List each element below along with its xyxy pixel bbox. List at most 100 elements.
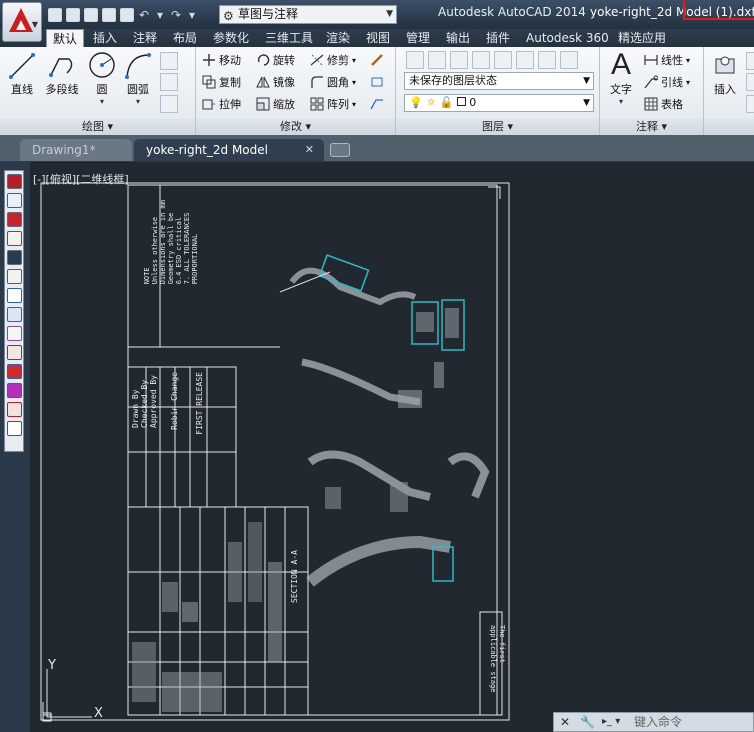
trim-button[interactable]: 修剪 ▾ <box>310 51 356 69</box>
array-button[interactable]: 阵列 ▾ <box>310 95 356 113</box>
undo-dropdown-icon[interactable]: ▾ <box>154 8 166 22</box>
polyline-button[interactable]: 多段线 <box>42 49 82 97</box>
search-tool-icon[interactable] <box>7 288 22 303</box>
circle-button[interactable]: 圆 ▾ <box>84 49 120 106</box>
tab-autodesk-360[interactable]: Autodesk 360 <box>520 29 615 48</box>
chevron-down-icon[interactable]: ▾ <box>352 78 356 87</box>
application-menu-button[interactable]: ▼ <box>2 2 42 42</box>
scale-button[interactable]: 缩放 <box>256 95 295 113</box>
arc-tool-icon[interactable] <box>7 421 22 436</box>
erase-button[interactable] <box>370 51 384 69</box>
tab-default[interactable]: 默认 <box>46 29 85 48</box>
file-tab-yoke[interactable]: yoke-right_2d Model (1).dxf* ✕ <box>134 139 324 179</box>
layer-previous-icon[interactable] <box>450 51 468 69</box>
tab-view[interactable]: 视图 <box>360 29 396 48</box>
layer-select[interactable]: 💡 ☼ 🔓 0 ▼ <box>404 94 594 112</box>
table-tool-icon[interactable] <box>7 364 22 379</box>
tab-insert[interactable]: 插入 <box>87 29 123 48</box>
mirror-button[interactable]: 镜像 <box>256 73 295 91</box>
layer-unisolate-icon[interactable] <box>494 51 512 69</box>
command-input[interactable]: 键入命令 <box>634 713 682 731</box>
fillet-button[interactable]: 圆角 ▾ <box>310 73 356 91</box>
command-prompt-icon[interactable]: ▸_ ▾ <box>602 713 620 731</box>
redo-icon[interactable]: ↷ <box>170 8 182 22</box>
tab-annotate[interactable]: 注释 <box>127 29 163 48</box>
zoom-tool-icon[interactable] <box>7 193 22 208</box>
tab-3d-tools[interactable]: 三维工具 <box>259 29 319 48</box>
block-tool-icon[interactable] <box>7 231 22 246</box>
erase-icon <box>370 53 384 67</box>
tab-layout[interactable]: 布局 <box>167 29 203 48</box>
layer-properties-icon[interactable] <box>406 51 424 69</box>
draw-panel-title[interactable]: 绘图 ▾ <box>0 119 195 135</box>
explode-button[interactable] <box>370 73 384 91</box>
layer-isolate-icon[interactable] <box>472 51 490 69</box>
grid-tool-icon[interactable] <box>7 174 22 189</box>
layer-tool-icon[interactable] <box>7 326 22 341</box>
insert-block-button[interactable]: 插入 <box>708 49 742 97</box>
open-file-icon[interactable] <box>66 7 80 22</box>
chevron-down-icon[interactable]: ▾ <box>84 97 120 106</box>
wrench-icon[interactable]: 🔧 <box>580 713 595 731</box>
save-icon[interactable] <box>84 7 98 22</box>
tab-plugins[interactable]: 插件 <box>480 29 516 48</box>
chevron-down-icon[interactable]: ▾ <box>686 56 690 65</box>
workspace-label: 草图与注释 <box>238 7 299 21</box>
tab-parametric[interactable]: 参数化 <box>207 29 255 48</box>
leader-button[interactable]: 引线 ▾ <box>644 73 690 91</box>
workspace-select[interactable]: ⚙ 草图与注释 ▼ <box>219 5 397 24</box>
modify-panel-title[interactable]: 修改 ▾ <box>196 119 395 135</box>
insert-block-icon <box>710 49 740 81</box>
tab-featured-apps[interactable]: 精选应用 <box>612 29 672 48</box>
redo-dropdown-icon[interactable]: ▾ <box>186 8 198 22</box>
chevron-down-icon[interactable]: ▾ <box>686 78 690 87</box>
layer-freeze-icon[interactable] <box>516 51 534 69</box>
offset-button[interactable] <box>370 95 384 113</box>
tab-render[interactable]: 渲染 <box>320 29 356 48</box>
edit-block-icon[interactable] <box>746 73 754 91</box>
file-tab-drawing1[interactable]: Drawing1* <box>20 139 132 161</box>
chevron-down-icon[interactable]: ▾ <box>120 97 156 106</box>
save-as-icon[interactable] <box>102 7 116 22</box>
line-button[interactable]: 直线 <box>4 49 40 97</box>
edit-attributes-icon[interactable] <box>746 95 754 113</box>
print-icon[interactable] <box>120 7 134 22</box>
layer-state-select[interactable]: 未保存的图层状态 ▼ <box>404 72 594 90</box>
tab-output[interactable]: 输出 <box>440 29 476 48</box>
cloud-tool-icon[interactable] <box>7 212 22 227</box>
area-tool-icon[interactable] <box>7 269 22 284</box>
boundary-icon[interactable] <box>160 95 178 113</box>
chevron-down-icon[interactable]: ▾ <box>604 97 638 106</box>
create-block-icon[interactable] <box>746 52 754 70</box>
undo-icon[interactable]: ↶ <box>138 8 150 22</box>
close-icon[interactable]: ✕ <box>305 139 314 161</box>
annotation-panel-title[interactable]: 注释 ▾ <box>600 119 703 135</box>
move-button[interactable]: 移动 <box>202 51 241 69</box>
command-line[interactable]: ✕ 🔧 ▸_ ▾ 键入命令 <box>553 712 754 732</box>
layer-lock-icon[interactable] <box>560 51 578 69</box>
rectangle-icon[interactable] <box>160 52 178 70</box>
trim-icon <box>310 53 324 67</box>
tab-manage[interactable]: 管理 <box>400 29 436 48</box>
new-tab-button[interactable] <box>330 143 350 157</box>
stretch-button[interactable]: 拉伸 <box>202 95 241 113</box>
hatch-icon[interactable] <box>160 73 178 91</box>
copy-button[interactable]: 复制 <box>202 73 241 91</box>
chevron-down-icon[interactable]: ▾ <box>352 100 356 109</box>
rotate-button[interactable]: 旋转 <box>256 51 295 69</box>
table-button[interactable]: 表格 <box>644 95 683 113</box>
3d-tool-icon[interactable] <box>7 307 22 322</box>
list-tool-icon[interactable] <box>7 250 22 265</box>
layer-off-icon[interactable] <box>538 51 556 69</box>
chevron-down-icon[interactable]: ▾ <box>352 56 356 65</box>
linear-dim-button[interactable]: 线性 ▾ <box>644 51 690 69</box>
text-button[interactable]: A 文字 ▾ <box>604 49 638 107</box>
close-icon[interactable]: ✕ <box>560 713 570 731</box>
layers-panel-title[interactable]: 图层 ▾ <box>396 119 599 135</box>
blocks-tool-icon[interactable] <box>7 402 22 417</box>
layer-match-icon[interactable] <box>428 51 446 69</box>
new-file-icon[interactable] <box>48 7 62 22</box>
arc-button[interactable]: 圆弧 ▾ <box>120 49 156 106</box>
matrix-tool-icon[interactable] <box>7 383 22 398</box>
check-tool-icon[interactable] <box>7 345 22 360</box>
